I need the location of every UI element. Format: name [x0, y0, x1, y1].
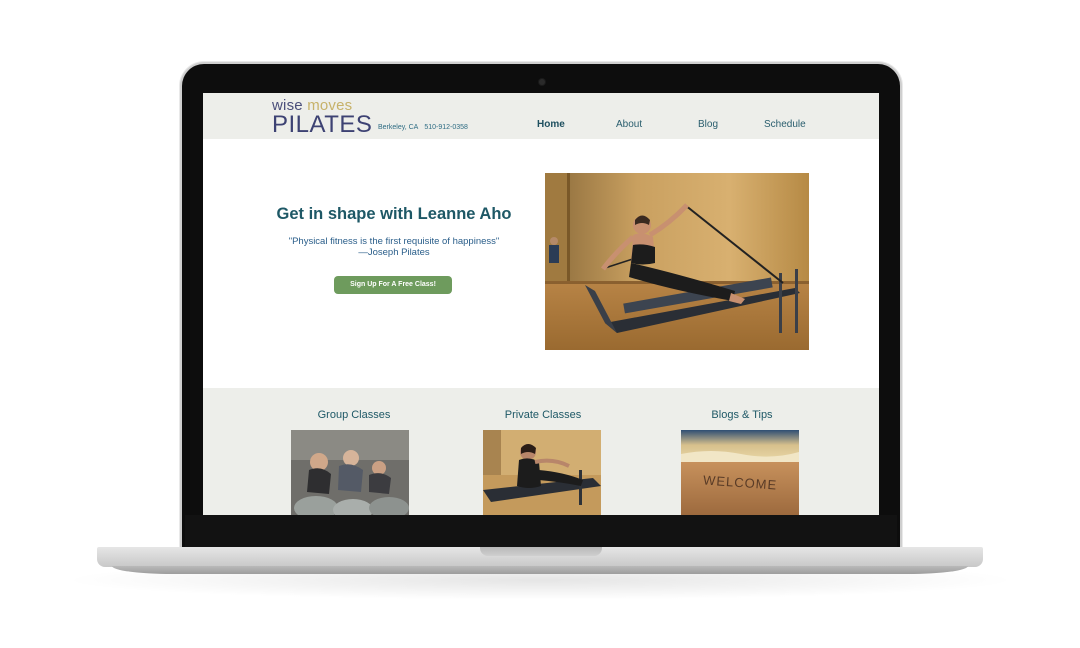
private-classes-title[interactable]: Private Classes — [473, 409, 613, 421]
hero-photo-illustration — [545, 173, 809, 350]
laptop-opening-notch — [480, 547, 602, 556]
logo-word-pilates: PILATES — [272, 111, 373, 138]
blogs-tips-title[interactable]: Blogs & Tips — [672, 409, 812, 421]
classes-section: Group Classes Private Classes Blogs & Ti… — [203, 388, 879, 515]
quote-author: —Joseph Pilates — [358, 247, 430, 258]
nav-schedule[interactable]: Schedule — [764, 119, 806, 130]
group-classes-title[interactable]: Group Classes — [284, 409, 424, 421]
laptop-bezel-bottom — [185, 515, 897, 547]
nav-home[interactable]: Home — [537, 119, 565, 130]
group-classes-image[interactable] — [291, 430, 409, 515]
contact-city: Berkeley, CA — [378, 124, 419, 131]
hero-quote: "Physical fitness is the first requisite… — [263, 236, 525, 258]
site-header: wise moves PILATES Berkeley, CA 510-912-0… — [203, 93, 879, 139]
webcam-icon — [539, 79, 545, 85]
hero-photo-reformer — [545, 173, 809, 350]
private-classes-illustration — [483, 430, 601, 515]
contact-phone[interactable]: 510-912-0358 — [424, 124, 468, 131]
group-classes-illustration — [291, 430, 409, 515]
contact-info: Berkeley, CA 510-912-0358 — [378, 124, 468, 131]
quote-text: "Physical fitness is the first requisite… — [288, 236, 500, 247]
free-class-signup-button[interactable]: Sign Up For A Free Class! — [334, 276, 452, 294]
private-classes-image[interactable] — [483, 430, 601, 515]
site-logo[interactable]: wise moves PILATES — [272, 98, 373, 138]
hero-heading: Get in shape with Leanne Aho — [276, 205, 512, 223]
blogs-tips-image[interactable]: WELCOME — [681, 430, 799, 515]
laptop-base-edge — [112, 566, 968, 574]
beach-welcome-illustration: WELCOME — [681, 430, 799, 515]
laptop-screen: wise moves PILATES Berkeley, CA 510-912-0… — [203, 93, 879, 515]
nav-blog[interactable]: Blog — [698, 119, 718, 130]
nav-about[interactable]: About — [616, 119, 642, 130]
